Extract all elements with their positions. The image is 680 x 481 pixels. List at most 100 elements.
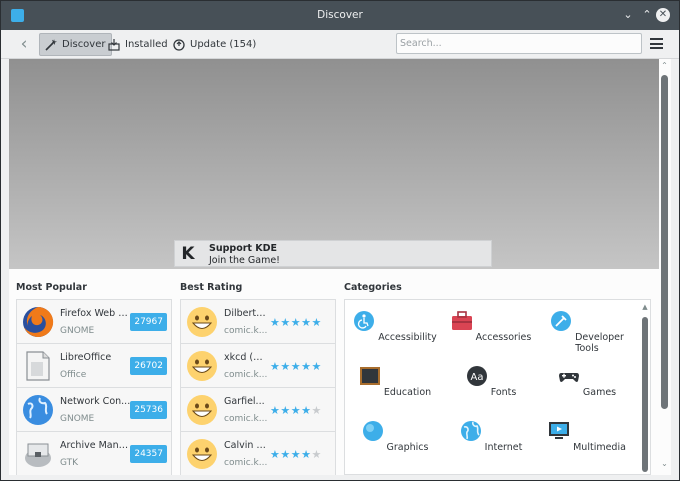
discover-button[interactable]: Discover (39, 33, 112, 56)
scrollbar-thumb[interactable] (661, 75, 668, 409)
most-popular-title: Most Popular (16, 282, 87, 293)
comic-name: Dilbert ... (224, 308, 268, 319)
minimize-icon[interactable]: ⌄ (621, 8, 635, 22)
star-empty-icon: ★ (311, 448, 322, 461)
category-label: Education (383, 387, 432, 398)
support-title: Support KDE (209, 243, 278, 254)
main-content: K Support KDE Join the Game! Most Popula… (9, 59, 671, 475)
multimedia-icon (549, 422, 570, 439)
graphics-icon (362, 421, 383, 441)
svg-text:Aa: Aa (470, 372, 483, 383)
star-icon: ★★★★★ (270, 360, 322, 373)
maximize-icon[interactable]: ⌃ (640, 8, 654, 22)
category-label: Multimedia (573, 442, 626, 453)
rating-stars: ★★★★★ (270, 360, 322, 373)
list-item[interactable]: Garfiel... comic.k... ★★★★★ (181, 388, 335, 432)
best-rating-list: Dilbert ... comic.k... ★★★★★ xkcd (en) c… (180, 299, 336, 475)
libreoffice-icon (26, 351, 50, 381)
support-subtitle: Join the Game! (209, 255, 280, 266)
app-category: GNOME (60, 414, 95, 424)
comic-source: comic.k... (224, 370, 268, 380)
category-multimedia[interactable]: Multimedia (537, 420, 637, 453)
accessibility-icon (354, 311, 375, 331)
update-icon (173, 38, 185, 51)
category-fonts[interactable]: Aa Fonts (441, 365, 541, 398)
rating-stars: ★★★★★ (270, 448, 322, 461)
list-item[interactable]: Archive Mana... GTK 24357 (17, 432, 171, 475)
category-accessibility[interactable]: Accessibility (345, 310, 445, 343)
list-item[interactable]: Network Con... GNOME 25736 (17, 388, 171, 432)
list-item[interactable]: Dilbert ... comic.k... ★★★★★ (181, 300, 335, 344)
title-bar: Discover ⌄ ⌃ ✕ (1, 1, 679, 30)
popularity-badge: 27967 (130, 313, 167, 331)
installed-button[interactable]: Installed (103, 33, 173, 56)
category-label: Graphics (386, 442, 429, 453)
installed-label: Installed (125, 39, 168, 50)
category-developer-tools[interactable]: Developer Tools (537, 310, 637, 354)
smiley-icon (187, 351, 217, 381)
best-rating-title: Best Rating (180, 282, 243, 293)
app-name: Archive Mana... (60, 440, 132, 451)
smiley-icon (187, 307, 217, 337)
globe-icon (460, 421, 481, 441)
popularity-badge: 25736 (130, 401, 167, 419)
category-label: Internet (484, 442, 523, 453)
scrollbar-thumb[interactable] (642, 317, 648, 472)
category-label: Fonts (490, 387, 517, 398)
most-popular-list: Firefox Web B... GNOME 27967 LibreOffice… (16, 299, 172, 475)
rating-stars: ★★★★★ (270, 316, 322, 329)
comic-source: comic.k... (224, 414, 268, 424)
gamepad-icon (558, 373, 579, 382)
search-input[interactable]: Search... (396, 33, 642, 54)
app-name: Network Con... (60, 396, 131, 407)
firefox-icon (23, 306, 54, 337)
hamburger-menu-icon[interactable] (650, 38, 663, 49)
category-label: Games (582, 387, 617, 398)
comic-name: Garfiel... (224, 396, 265, 407)
categories-title: Categories (344, 282, 402, 293)
fonts-icon: Aa (466, 366, 487, 386)
category-accessories[interactable]: Accessories (441, 310, 541, 343)
scroll-up-icon[interactable]: ▲ (641, 303, 649, 311)
categories-scrollbar[interactable]: ▲ (641, 303, 649, 473)
scroll-up-icon[interactable]: ⌃ (660, 61, 669, 70)
category-label: Accessories (475, 332, 532, 343)
support-kde-banner[interactable]: K Support KDE Join the Game! (174, 240, 492, 267)
category-games[interactable]: Games (537, 365, 637, 398)
smiley-icon (187, 439, 217, 469)
installed-icon (108, 38, 120, 51)
category-internet[interactable]: Internet (441, 420, 541, 453)
update-button[interactable]: Update (154) (168, 33, 261, 56)
developer-tools-icon (551, 311, 572, 331)
toolbox-icon (451, 311, 472, 330)
category-education[interactable]: Education (345, 365, 445, 398)
back-button[interactable]: ‹ (15, 35, 33, 53)
close-icon[interactable]: ✕ (656, 8, 670, 22)
kde-logo-icon: K (181, 244, 195, 264)
app-name: LibreOffice (60, 352, 112, 363)
list-item[interactable]: xkcd (en) comic.k... ★★★★★ (181, 344, 335, 388)
popularity-badge: 26702 (130, 357, 167, 375)
chalkboard-icon (359, 367, 380, 385)
main-scrollbar[interactable]: ⌃ ⌄ (660, 61, 669, 473)
category-label: Accessibility (378, 332, 437, 343)
smiley-icon (187, 395, 217, 425)
star-icon: ★★★★ (270, 404, 312, 417)
magic-wand-icon (45, 38, 57, 51)
discover-label: Discover (62, 39, 106, 50)
category-label: Developer Tools (575, 332, 624, 354)
list-item[interactable]: Calvin a... comic.k... ★★★★★ (181, 432, 335, 475)
scroll-down-icon[interactable]: ⌄ (660, 459, 669, 468)
list-item[interactable]: LibreOffice Office 26702 (17, 344, 171, 388)
rating-stars: ★★★★★ (270, 404, 322, 417)
featured-banner (9, 59, 659, 269)
popularity-badge: 24357 (130, 445, 167, 463)
comic-name: Calvin a... (224, 440, 268, 451)
update-label: Update (154) (190, 39, 257, 50)
comic-name: xkcd (en) (224, 352, 268, 363)
category-graphics[interactable]: Graphics (345, 420, 445, 453)
star-icon: ★★★★ (270, 448, 312, 461)
list-item[interactable]: Firefox Web B... GNOME 27967 (17, 300, 171, 344)
app-category: GTK (60, 458, 79, 468)
window-title: Discover (317, 9, 363, 21)
